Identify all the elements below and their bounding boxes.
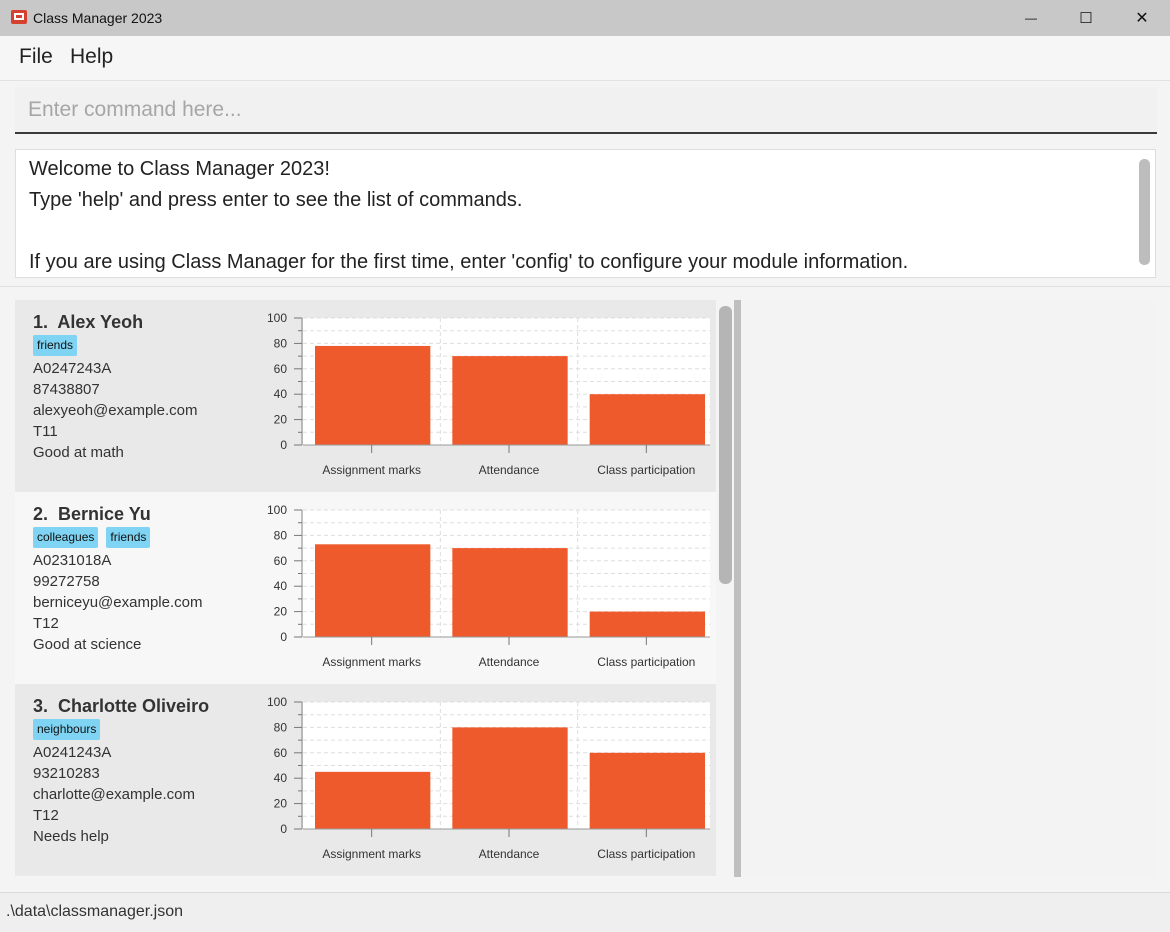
student-comment: Good at math [33,444,124,461]
x-tick-label: Assignment marks [322,655,421,669]
result-line: If you are using Class Manager for the f… [29,251,909,273]
chart-bar [315,771,431,829]
grades-bar-chart: 100 80 60 40 20 0 Assignment marks Attendance Cl… [267,695,710,861]
y-tick-label: 60 [274,362,288,376]
student-name: Bernice Yu [58,504,151,524]
result-line: Type 'help' and press enter to see the l… [29,189,523,211]
menu-bar: File Help [0,36,1170,81]
email-address: charlotte@example.com [33,786,195,803]
student-comment: Good at science [33,636,142,653]
student-comment: Needs help [33,828,109,845]
student-name-line: 2. Bernice Yu [33,504,151,525]
student-card[interactable]: 1. Alex Yeoh friends A0247243A 87438807 … [15,300,716,492]
student-card[interactable]: 3. Charlotte Oliveiro neighbours A024124… [15,684,716,876]
chart-bar [589,611,705,637]
menu-help[interactable]: Help [70,45,113,69]
result-scrollbar[interactable] [1139,159,1150,265]
phone-number: 87438807 [33,381,100,398]
student-number: A0231018A [33,552,112,569]
x-tick-label: Attendance [479,463,540,477]
list-scrollbar[interactable] [719,306,732,584]
close-icon: ✕ [1135,10,1149,27]
student-index: 2. [33,504,49,524]
x-tick-label: Attendance [479,655,540,669]
y-tick-label: 40 [274,387,288,401]
maximize-button[interactable]: ☐ [1058,0,1114,36]
student-number: A0247243A [33,360,112,377]
chart-bar [315,345,431,445]
y-tick-label: 80 [274,336,288,350]
y-tick-label: 40 [274,771,288,785]
x-tick-label: Class participation [597,463,695,477]
email-address: berniceyu@example.com [33,594,203,611]
y-tick-label: 60 [274,746,288,760]
minimize-button[interactable]: — [1003,0,1059,36]
result-line: Welcome to Class Manager 2023! [29,158,330,180]
close-button[interactable]: ✕ [1114,0,1170,36]
class-number: T12 [33,615,59,632]
tag-list: neighbours [33,719,101,740]
student-name-line: 1. Alex Yeoh [33,312,143,333]
tag-badge: neighbours [33,719,101,740]
y-tick-label: 0 [280,630,287,644]
tag-list: colleagues friends [33,527,151,548]
data-file-path: .\data\classmanager.json [6,903,183,920]
phone-number: 99272758 [33,573,100,590]
app-logo-icon [11,10,27,24]
command-box [15,87,1157,134]
tag-badge: colleagues [33,527,99,548]
email-address: alexyeoh@example.com [33,402,198,419]
command-input[interactable] [15,87,1157,132]
grades-bar-chart: 100 80 60 40 20 0 Assignment marks Attendance Cl… [267,311,710,477]
y-tick-label: 100 [267,311,287,325]
student-index: 3. [33,696,49,716]
y-tick-label: 40 [274,579,288,593]
grades-bar-chart: 100 80 60 40 20 0 Assignment marks Attendance Cl… [267,503,710,669]
title-bar: Class Manager 2023 — ☐ ✕ [0,0,1170,36]
phone-number: 93210283 [33,765,100,782]
detail-panel [741,300,1156,877]
split-pane-divider[interactable] [734,300,741,877]
y-tick-label: 0 [280,438,287,452]
tag-badge: friends [33,335,78,356]
chart-bar [315,544,431,637]
result-display[interactable]: Welcome to Class Manager 2023! Type 'hel… [15,149,1156,278]
y-tick-label: 0 [280,822,287,836]
x-tick-label: Assignment marks [322,847,421,861]
class-number: T12 [33,807,59,824]
student-index: 1. [33,312,49,332]
y-tick-label: 20 [274,605,288,619]
separator [0,286,1170,287]
x-tick-label: Attendance [479,847,540,861]
x-tick-label: Class participation [597,655,695,669]
student-list: 1. Alex Yeoh friends A0247243A 87438807 … [15,300,716,877]
menu-file[interactable]: File [19,45,53,69]
y-tick-label: 20 [274,797,288,811]
tag-list: friends [33,335,78,356]
y-tick-label: 60 [274,554,288,568]
student-name: Alex Yeoh [57,312,144,332]
chart-bar [452,548,568,637]
y-tick-label: 80 [274,720,288,734]
tag-badge: friends [106,527,151,548]
status-bar: .\data\classmanager.json [0,892,1170,932]
chart-bar [452,727,568,829]
maximize-icon: ☐ [1079,10,1093,27]
student-number: A0241243A [33,744,112,761]
window-title: Class Manager 2023 [33,10,163,26]
chart-bar [452,356,568,445]
y-tick-label: 100 [267,503,287,517]
student-name: Charlotte Oliveiro [58,696,210,716]
x-tick-label: Class participation [597,847,695,861]
student-name-line: 3. Charlotte Oliveiro [33,696,209,717]
class-number: T11 [33,423,58,440]
minimize-icon: — [1025,11,1037,25]
y-tick-label: 80 [274,528,288,542]
chart-bar [589,752,705,829]
chart-bar [589,394,705,445]
x-tick-label: Assignment marks [322,463,421,477]
y-tick-label: 20 [274,413,288,427]
student-card[interactable]: 2. Bernice Yu colleagues friends A023101… [15,492,716,684]
y-tick-label: 100 [267,695,287,709]
